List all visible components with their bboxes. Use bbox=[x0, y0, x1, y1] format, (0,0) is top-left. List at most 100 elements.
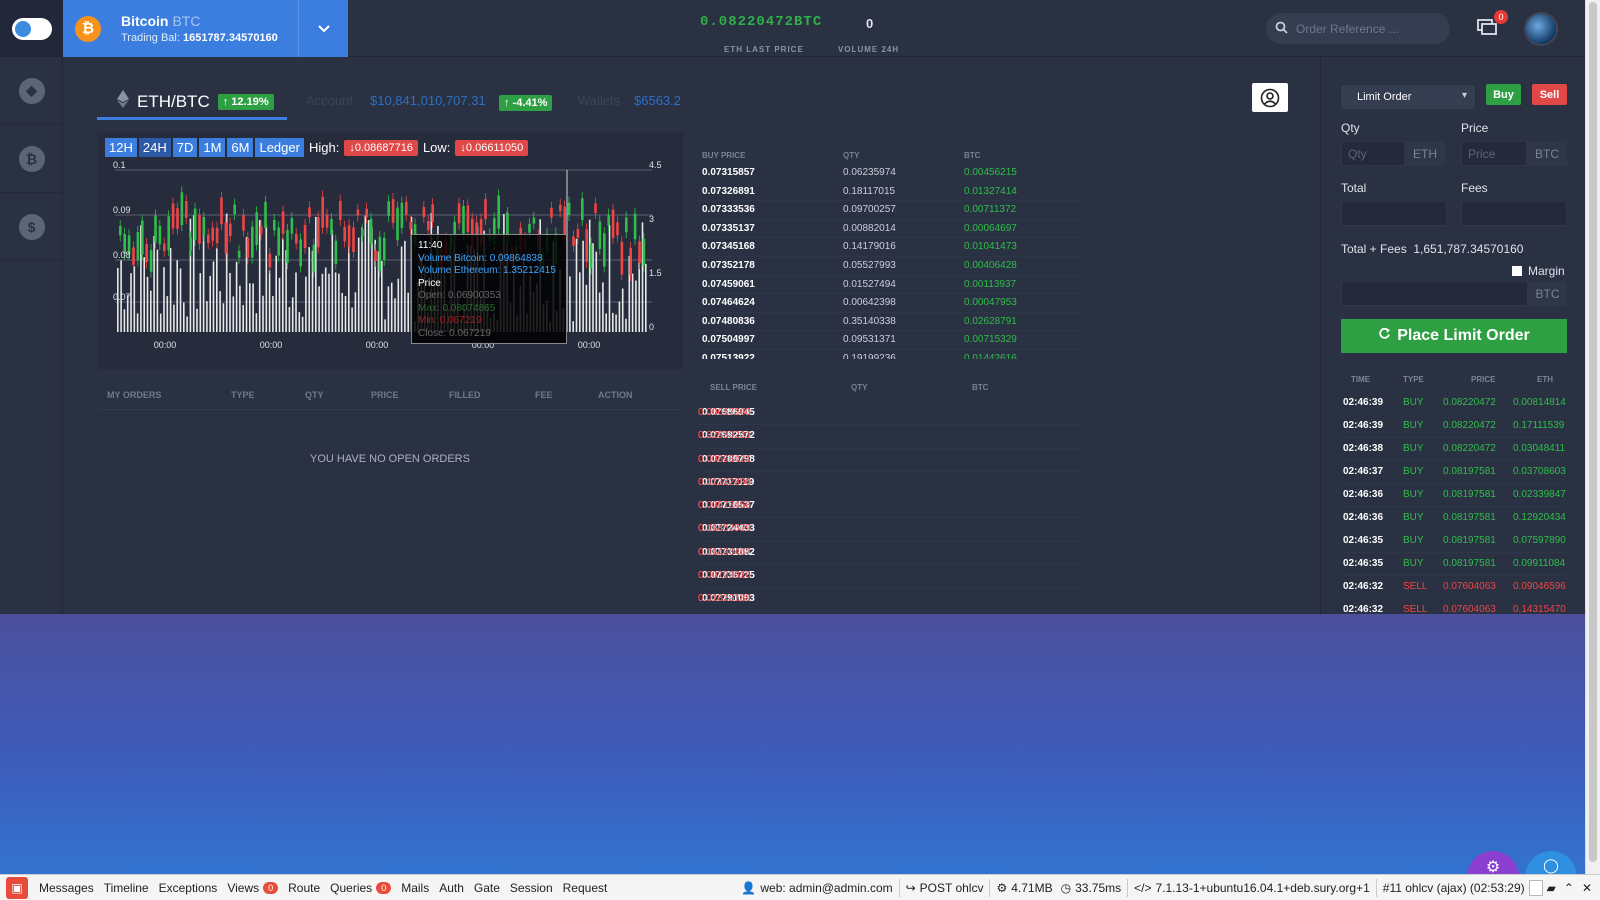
buy-button[interactable]: Buy bbox=[1486, 84, 1521, 105]
trade-history-row: 02:46:39 BUY 0.08220472 0.00814814 bbox=[1341, 392, 1567, 415]
pair-change-badge: ↑ 12.19% bbox=[217, 93, 274, 110]
buy-book-row[interactable]: 0.07333536 0.09700257 0.00711372 bbox=[698, 201, 1086, 220]
col-eth: ETH bbox=[1537, 375, 1553, 384]
margin-toggle[interactable]: Margin bbox=[1512, 264, 1565, 278]
place-limit-order-button[interactable]: Place Limit Order bbox=[1341, 319, 1567, 353]
sell-button[interactable]: Sell bbox=[1532, 84, 1567, 105]
candle-body bbox=[589, 243, 593, 269]
total-fees-label: Total + Fees bbox=[1341, 242, 1407, 256]
sell-book-row[interactable]: 0.07686945 0.08029978 0.00617260 bbox=[698, 402, 1086, 426]
buy-book-row[interactable]: 0.07315857 0.06235974 0.00456215 bbox=[698, 164, 1086, 183]
candle-body bbox=[277, 227, 280, 256]
range-24h-button[interactable]: 24H bbox=[138, 138, 171, 157]
tab-wallets[interactable]: Wallets bbox=[578, 93, 620, 108]
debug-user: 👤 web: admin@admin.com bbox=[741, 881, 892, 895]
buy-book-row[interactable]: 0.07480836 0.35140338 0.02628791 bbox=[698, 313, 1086, 332]
debug-tab-exceptions[interactable]: Exceptions bbox=[159, 881, 218, 895]
buy-book-row[interactable]: 0.07464624 0.00642398 0.00047953 bbox=[698, 294, 1086, 313]
tooltip-price: Price bbox=[418, 277, 441, 289]
buy-book-row[interactable]: 0.07459061 0.01527494 0.00113937 bbox=[698, 276, 1086, 295]
debug-tab-timeline[interactable]: Timeline bbox=[104, 881, 149, 895]
buy-book-row[interactable]: 0.07326891 0.18117015 0.01327414 bbox=[698, 183, 1086, 202]
fees-field[interactable] bbox=[1461, 201, 1567, 226]
user-circle-icon[interactable] bbox=[1252, 83, 1288, 112]
candlestick-chart[interactable]: 0.1 0.09 0.08 0.07 4.5 3 1.5 0 00:00 00:00 00:00 00… bbox=[97, 160, 683, 360]
ledger-button[interactable]: Ledger bbox=[255, 138, 304, 157]
price-field[interactable]: Price bbox=[1461, 141, 1527, 166]
sell-book-row[interactable]: 0.07717119 0.17142284 0.01322890 bbox=[698, 472, 1086, 496]
buy-book-row[interactable]: 0.07345168 0.14179016 0.01041473 bbox=[698, 238, 1086, 257]
buy-book-row[interactable]: 0.07513922 0.19199236 0.01442616 bbox=[698, 350, 1086, 359]
debug-memory-value: 4.71MB bbox=[1011, 881, 1053, 895]
total-field[interactable] bbox=[1341, 201, 1447, 226]
chevron-down-icon[interactable] bbox=[298, 0, 348, 57]
rail-item-ethereum[interactable]: ◆ bbox=[0, 57, 63, 125]
debug-tab-mails[interactable]: Mails bbox=[401, 881, 429, 895]
chevron-up-icon[interactable]: ⌃ bbox=[1564, 881, 1574, 895]
volume-bar bbox=[572, 321, 574, 332]
sell-book-row[interactable]: 0.07718537 0.07416666 0.00572458 bbox=[698, 495, 1086, 519]
cell-price: 0.07315857 bbox=[702, 167, 755, 178]
page-background bbox=[0, 614, 1585, 874]
debug-tab-queries[interactable]: Queries 0 bbox=[330, 881, 392, 895]
range-7d-button[interactable]: 7D bbox=[172, 138, 198, 157]
debug-tab-route[interactable]: Route bbox=[288, 881, 320, 895]
candle-body bbox=[466, 205, 470, 232]
range-12h-button[interactable]: 12H bbox=[105, 138, 137, 157]
candle-body bbox=[497, 195, 500, 229]
cell-type: BUY bbox=[1403, 489, 1424, 500]
buy-book-row[interactable]: 0.07352178 0.05527993 0.00406428 bbox=[698, 257, 1086, 276]
tab-eth-btc[interactable]: ETH/BTC ↑ 12.19% bbox=[97, 86, 287, 120]
search-input[interactable] bbox=[1296, 21, 1436, 36]
debug-tab-session[interactable]: Session bbox=[510, 881, 553, 895]
cell-time: 02:46:35 bbox=[1343, 535, 1384, 546]
close-icon[interactable]: ✕ bbox=[1582, 881, 1592, 895]
margin-checkbox[interactable] bbox=[1512, 266, 1522, 276]
tab-account[interactable]: Account bbox=[306, 93, 353, 108]
sell-book-row[interactable]: 0.07724433 0.18804993 0.01452579 bbox=[698, 518, 1086, 542]
buy-book-row[interactable]: 0.07335137 0.00882014 0.00064697 bbox=[698, 220, 1086, 239]
debugbar-logo-icon[interactable]: ▣ bbox=[6, 876, 28, 899]
volume-bar bbox=[173, 304, 175, 332]
app-logo[interactable] bbox=[0, 0, 63, 57]
candle-body bbox=[220, 197, 223, 225]
scroll-thumb[interactable] bbox=[1589, 2, 1597, 862]
refresh-icon bbox=[1378, 327, 1391, 345]
debug-tab-auth[interactable]: Auth bbox=[439, 881, 464, 895]
candle-body bbox=[585, 229, 588, 262]
request-select[interactable] bbox=[1528, 880, 1543, 896]
user-avatar[interactable] bbox=[1524, 12, 1558, 46]
order-type-select[interactable]: Limit Order bbox=[1341, 85, 1475, 109]
sell-book-row[interactable]: 0.07692572 0.32930740 0.02533221 bbox=[698, 425, 1086, 449]
volume-bar bbox=[183, 302, 185, 332]
range-6m-button[interactable]: 6M bbox=[227, 138, 254, 157]
debug-tab-gate[interactable]: Gate bbox=[474, 881, 500, 895]
rail-item-dollar[interactable]: $ bbox=[0, 193, 63, 261]
volume-bar bbox=[249, 283, 251, 332]
debug-current-request[interactable]: #11 ohlcv (ajax) (02:53:29) bbox=[1383, 881, 1525, 895]
buy-book-row[interactable]: 0.07504997 0.09531371 0.00715329 bbox=[698, 331, 1086, 350]
margin-label: Margin bbox=[1528, 264, 1565, 278]
clock-icon: ◷ bbox=[1060, 881, 1072, 895]
range-1m-button[interactable]: 1M bbox=[199, 138, 226, 157]
sell-book-row[interactable]: 0.07791093 0.02316781 0.01822189 bbox=[698, 588, 1086, 602]
sell-book-row[interactable]: 0.07736725 0.09175925 0.00709916 bbox=[698, 565, 1086, 589]
x-axis-tick: 00:00 bbox=[154, 340, 177, 350]
debug-tab-request[interactable]: Request bbox=[563, 881, 608, 895]
debug-tab-messages[interactable]: Messages bbox=[39, 881, 94, 895]
sell-order-book: SELL PRICE QTY BTC 0.07686945 0.08029978 0… bbox=[698, 380, 1086, 602]
sell-book-row[interactable]: 0.07709798 0.07696977 0.00593421 bbox=[698, 449, 1086, 472]
candle-body bbox=[268, 253, 272, 268]
candle-body bbox=[369, 218, 373, 244]
volume-bar bbox=[196, 308, 198, 332]
page-scrollbar[interactable] bbox=[1585, 0, 1600, 874]
coin-selector[interactable]: ₿ Bitcoin BTC Trading Bal: 1651787.345701… bbox=[63, 0, 348, 57]
rail-item-bitcoin[interactable]: ₿ bbox=[0, 125, 63, 193]
qty-field[interactable]: Qty bbox=[1341, 141, 1405, 166]
debug-tab-views[interactable]: Views 0 bbox=[227, 881, 279, 895]
sell-book-row[interactable]: 0.07731882 0.18190484 0.01406467 bbox=[698, 542, 1086, 566]
volume-label: VOLUME 24H bbox=[838, 45, 900, 54]
y-axis-left-tick: 0.08 bbox=[113, 250, 131, 260]
folder-open-icon[interactable]: ▰ bbox=[1547, 881, 1556, 895]
margin-field[interactable] bbox=[1341, 281, 1528, 306]
